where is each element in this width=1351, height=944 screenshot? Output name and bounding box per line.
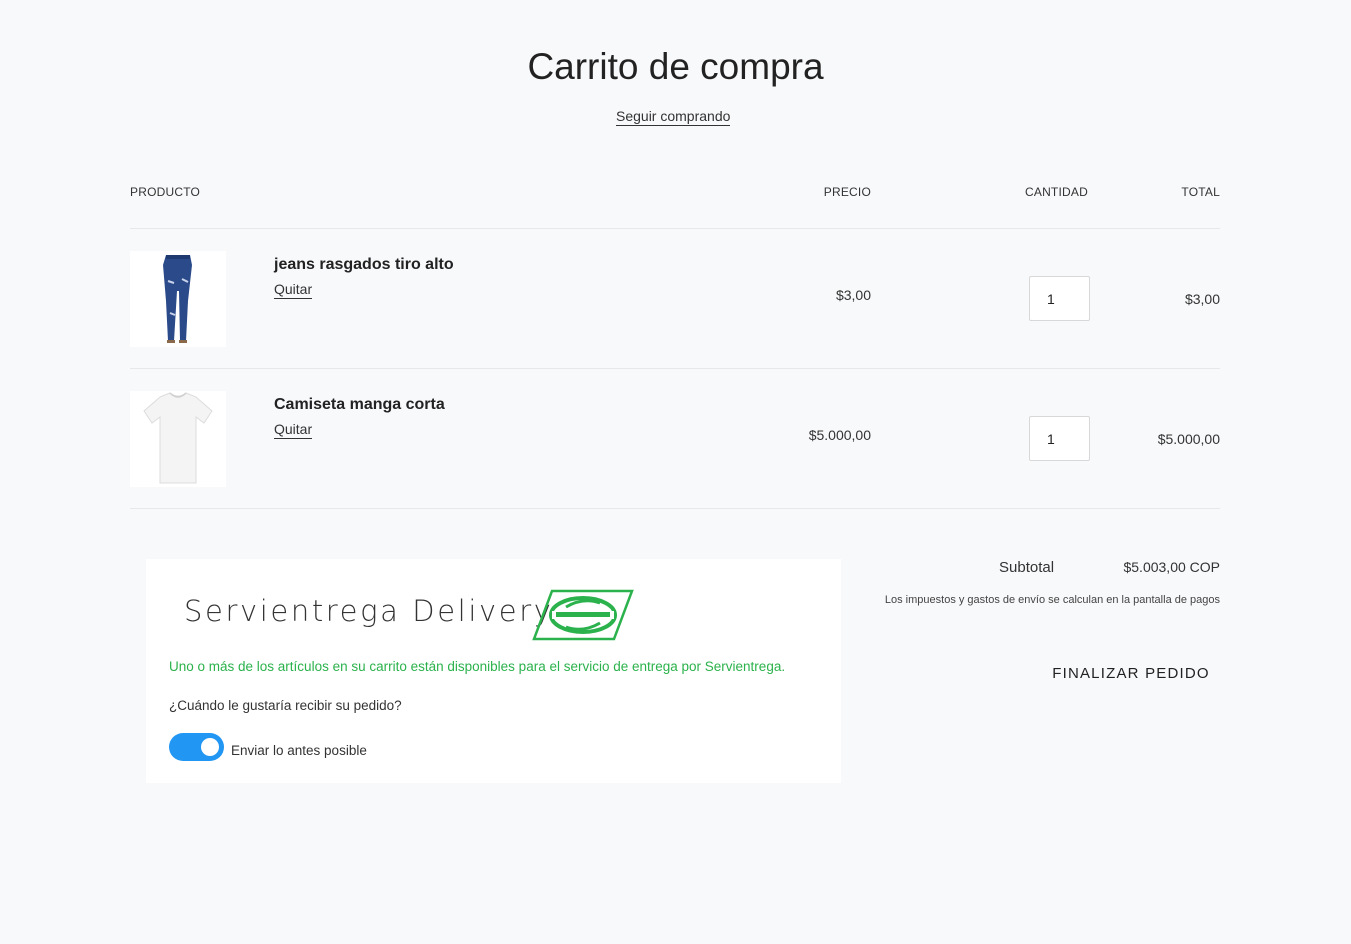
product-name[interactable]: Camiseta manga corta xyxy=(274,396,445,414)
jeans-image[interactable] xyxy=(130,251,226,347)
subtotal-value: $5.003,00 COP xyxy=(1123,559,1220,575)
asap-toggle[interactable] xyxy=(169,733,224,761)
item-price: $5.000,00 xyxy=(808,427,871,443)
toggle-knob xyxy=(201,738,219,756)
divider xyxy=(130,228,1220,229)
quantity-input[interactable] xyxy=(1029,276,1090,321)
item-price: $3,00 xyxy=(835,287,871,303)
subtotal-label: Subtotal xyxy=(999,559,1055,576)
item-total: $5.000,00 xyxy=(1157,431,1220,447)
divider xyxy=(130,368,1220,369)
tax-note: Los impuestos y gastos de envío se calcu… xyxy=(884,594,1220,606)
item-total: $3,00 xyxy=(1184,291,1220,307)
servientrega-logo-icon xyxy=(532,589,634,646)
continue-shopping-link[interactable]: Seguir comprando xyxy=(616,108,731,126)
delivery-question: ¿Cuándo le gustaría recibir su pedido? xyxy=(169,698,402,713)
header-price: PRECIO xyxy=(823,185,871,199)
availability-message: Uno o más de los artículos en su carrito… xyxy=(169,659,786,674)
header-quantity: CANTIDAD xyxy=(1025,185,1088,199)
header-total: TOTAL xyxy=(1181,185,1220,199)
tshirt-image[interactable] xyxy=(130,391,226,487)
checkout-button[interactable]: FINALIZAR PEDIDO xyxy=(1040,656,1222,690)
divider xyxy=(130,508,1220,509)
toggle-label: Enviar lo antes posible xyxy=(231,743,367,758)
quantity-input[interactable] xyxy=(1029,416,1090,461)
remove-item-button[interactable]: Quitar xyxy=(274,421,313,439)
delivery-panel: Servientrega Delivery Uno o más de los a… xyxy=(146,559,841,783)
product-name[interactable]: jeans rasgados tiro alto xyxy=(274,256,454,274)
header-product: PRODUCTO xyxy=(130,185,201,199)
brand-name: Servientrega Delivery xyxy=(184,594,554,628)
remove-item-button[interactable]: Quitar xyxy=(274,281,313,299)
page-title: Carrito de compra xyxy=(527,46,824,87)
